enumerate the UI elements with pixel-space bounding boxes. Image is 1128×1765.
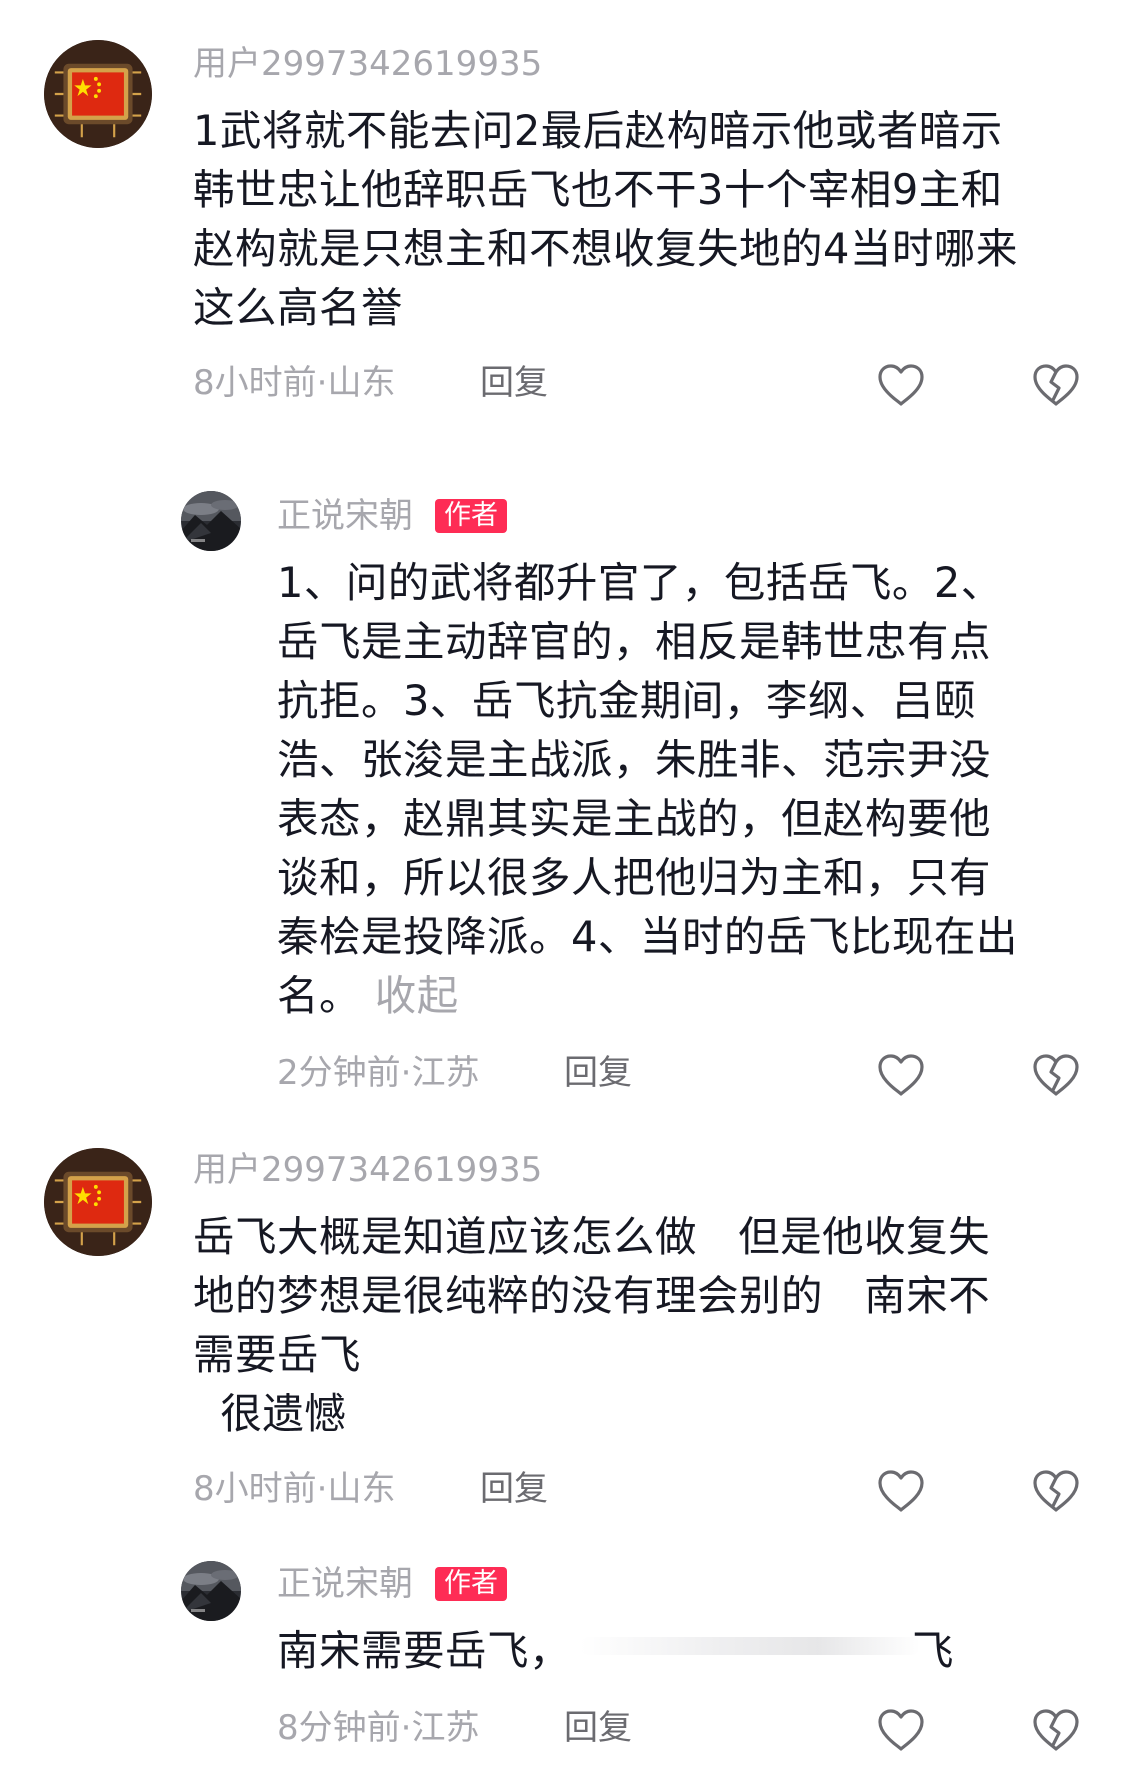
reply-button[interactable]: 回复 <box>564 1707 632 1749</box>
heart-outline-icon[interactable] <box>876 362 926 408</box>
reply-time-location: 2分钟前·江苏 <box>277 1053 480 1093</box>
reply-username-text: 正说宋朝 <box>277 496 413 536</box>
china-flag-chip-avatar[interactable] <box>44 1148 152 1256</box>
reply-time-location: 8分钟前·江苏 <box>277 1708 480 1748</box>
dark-landscape-avatar[interactable] <box>181 491 241 551</box>
obscured-text-mask <box>580 1637 920 1655</box>
broken-heart-outline-icon[interactable] <box>1031 1052 1081 1098</box>
author-badge: 作者 <box>435 1567 507 1601</box>
dark-landscape-avatar[interactable] <box>181 1561 241 1621</box>
reply-username[interactable]: 正说宋朝 作者 <box>277 1564 507 1604</box>
broken-heart-outline-icon[interactable] <box>1031 1707 1081 1753</box>
author-badge: 作者 <box>435 499 507 533</box>
reply-button[interactable]: 回复 <box>480 1468 548 1510</box>
comment-time-location: 8小时前·山东 <box>193 363 396 403</box>
comment-thread: 用户2997342619935 1武将就不能去问2最后赵构暗示他或者暗示 韩世忠… <box>0 0 1128 1765</box>
reply-button[interactable]: 回复 <box>564 1052 632 1094</box>
reply-text-end: 飞 <box>912 1626 955 1675</box>
china-flag-chip-avatar[interactable] <box>44 40 152 148</box>
comment-username[interactable]: 用户2997342619935 <box>193 1150 542 1190</box>
comment-text: 岳飞大概是知道应该怎么做 但是他收复失 地的梦想是很纯粹的没有理会别的 南宋不 … <box>193 1212 991 1438</box>
heart-outline-icon[interactable] <box>876 1468 926 1514</box>
reply-username[interactable]: 正说宋朝 作者 <box>277 496 507 536</box>
reply-text-body: 1、问的武将都升官了，包括岳飞。2、 岳飞是主动辞官的，相反是韩世忠有点 抗拒。… <box>277 558 1018 1020</box>
heart-outline-icon[interactable] <box>876 1707 926 1753</box>
reply-username-text: 正说宋朝 <box>277 1564 413 1604</box>
collapse-link[interactable]: 收起 <box>375 971 459 1020</box>
comment-username[interactable]: 用户2997342619935 <box>193 44 542 84</box>
broken-heart-outline-icon[interactable] <box>1031 1468 1081 1514</box>
comment-time-location: 8小时前·山东 <box>193 1469 396 1509</box>
broken-heart-outline-icon[interactable] <box>1031 362 1081 408</box>
heart-outline-icon[interactable] <box>876 1052 926 1098</box>
reply-button[interactable]: 回复 <box>480 362 548 404</box>
reply-text: 1、问的武将都升官了，包括岳飞。2、 岳飞是主动辞官的，相反是韩世忠有点 抗拒。… <box>277 553 1097 1025</box>
comment-text: 1武将就不能去问2最后赵构暗示他或者暗示 韩世忠让他辞职岳飞也不干3十个宰相9主… <box>193 106 1018 332</box>
